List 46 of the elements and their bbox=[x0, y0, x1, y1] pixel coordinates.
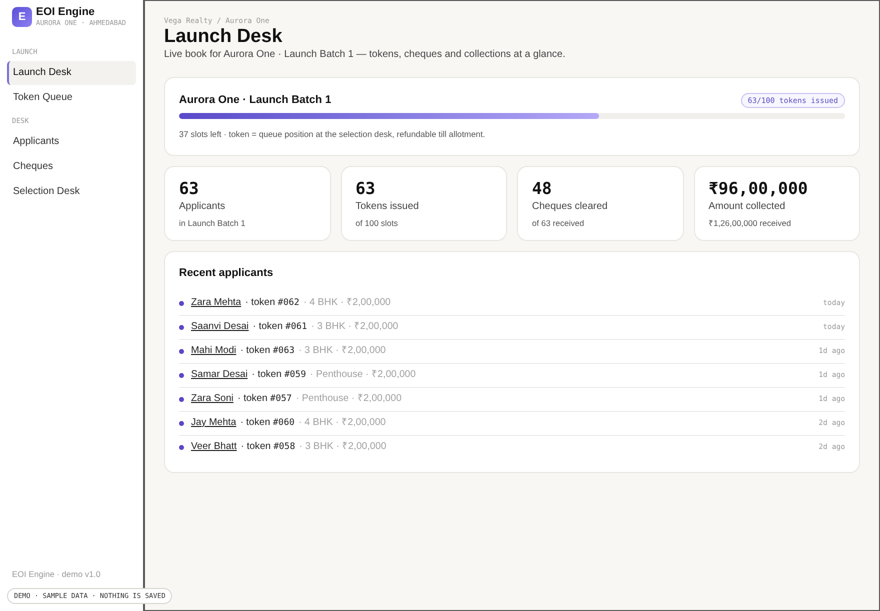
stat-detail: in Launch Batch 1 bbox=[179, 217, 246, 230]
batch-title: Aurora One · Launch Batch 1 bbox=[179, 93, 332, 108]
stat-label: Applicants bbox=[179, 200, 226, 214]
token-number: · token #060 bbox=[240, 416, 295, 430]
stat-label: Amount collected bbox=[708, 200, 786, 214]
applicant-link[interactable]: Mahi Modi bbox=[191, 344, 236, 358]
unit-price-text: · 3 BHK · ₹2,00,000 bbox=[298, 344, 386, 358]
batch-note: 37 slots left · token = queue position at the selection desk, refundable till allotment. bbox=[179, 128, 486, 140]
token-number: · token #058 bbox=[240, 440, 296, 454]
stat-value: ₹96,00,000 bbox=[708, 178, 809, 200]
stat-label: Tokens issued bbox=[356, 200, 420, 214]
token-number: · token #059 bbox=[252, 368, 306, 382]
unit-price-text: · 4 BHK · ₹2,00,000 bbox=[303, 296, 391, 310]
sidebar-item[interactable]: Cheques bbox=[7, 154, 136, 178]
stat-value: 63 bbox=[356, 178, 376, 200]
unit-price-text: · 3 BHK · ₹2,00,000 bbox=[311, 320, 398, 334]
token-number: · token #061 bbox=[252, 320, 308, 334]
version-text: EOI Engine · demo v1.0 bbox=[12, 569, 101, 579]
unit-price-text: · Penthouse · ₹2,00,000 bbox=[310, 368, 416, 382]
applicant-link[interactable]: Veer Bhatt bbox=[191, 440, 237, 455]
applicant-link[interactable]: Zara Mehta bbox=[191, 296, 242, 310]
token-number: · token #057 bbox=[237, 392, 292, 406]
sidebar-item[interactable]: Launch Desk bbox=[7, 60, 136, 84]
token-number: · token #063 bbox=[240, 344, 295, 358]
stat-detail: of 63 received bbox=[532, 217, 586, 230]
logo-icon: E bbox=[12, 7, 32, 27]
stat-value: 63 bbox=[179, 178, 200, 200]
sidebar-item[interactable]: Token Queue bbox=[7, 86, 136, 110]
unit-price-text: · Penthouse · ₹2,00,000 bbox=[296, 392, 402, 406]
stat-value: 48 bbox=[532, 178, 553, 200]
sidebar-item[interactable]: Selection Desk bbox=[7, 179, 136, 203]
page-title: Launch Desk bbox=[164, 27, 284, 46]
applicant-link[interactable]: Zara Soni bbox=[191, 392, 234, 406]
unit-price-text: · 3 BHK · ₹2,00,000 bbox=[299, 440, 386, 454]
stat-detail: of 100 slots bbox=[356, 217, 399, 230]
applicant-link[interactable]: Saanvi Desai bbox=[191, 320, 249, 334]
applicant-link[interactable]: Samar Desai bbox=[191, 368, 248, 382]
stat-label: Cheques cleared bbox=[532, 200, 609, 214]
unit-price-text: · 4 BHK · ₹2,00,000 bbox=[298, 416, 386, 430]
token-number: · token #062 bbox=[245, 296, 300, 310]
sidebar-item[interactable]: Applicants bbox=[7, 129, 136, 153]
applicant-link[interactable]: Jay Mehta bbox=[191, 416, 236, 430]
section-title: Recent applicants bbox=[179, 266, 274, 282]
page-subtitle: Live book for Aurora One · Launch Batch 1 — tokens, cheques and collections at a glance. bbox=[164, 48, 566, 62]
app-name: EOI Engine bbox=[36, 7, 96, 18]
stat-detail: ₹1,26,00,000 received bbox=[708, 217, 792, 230]
